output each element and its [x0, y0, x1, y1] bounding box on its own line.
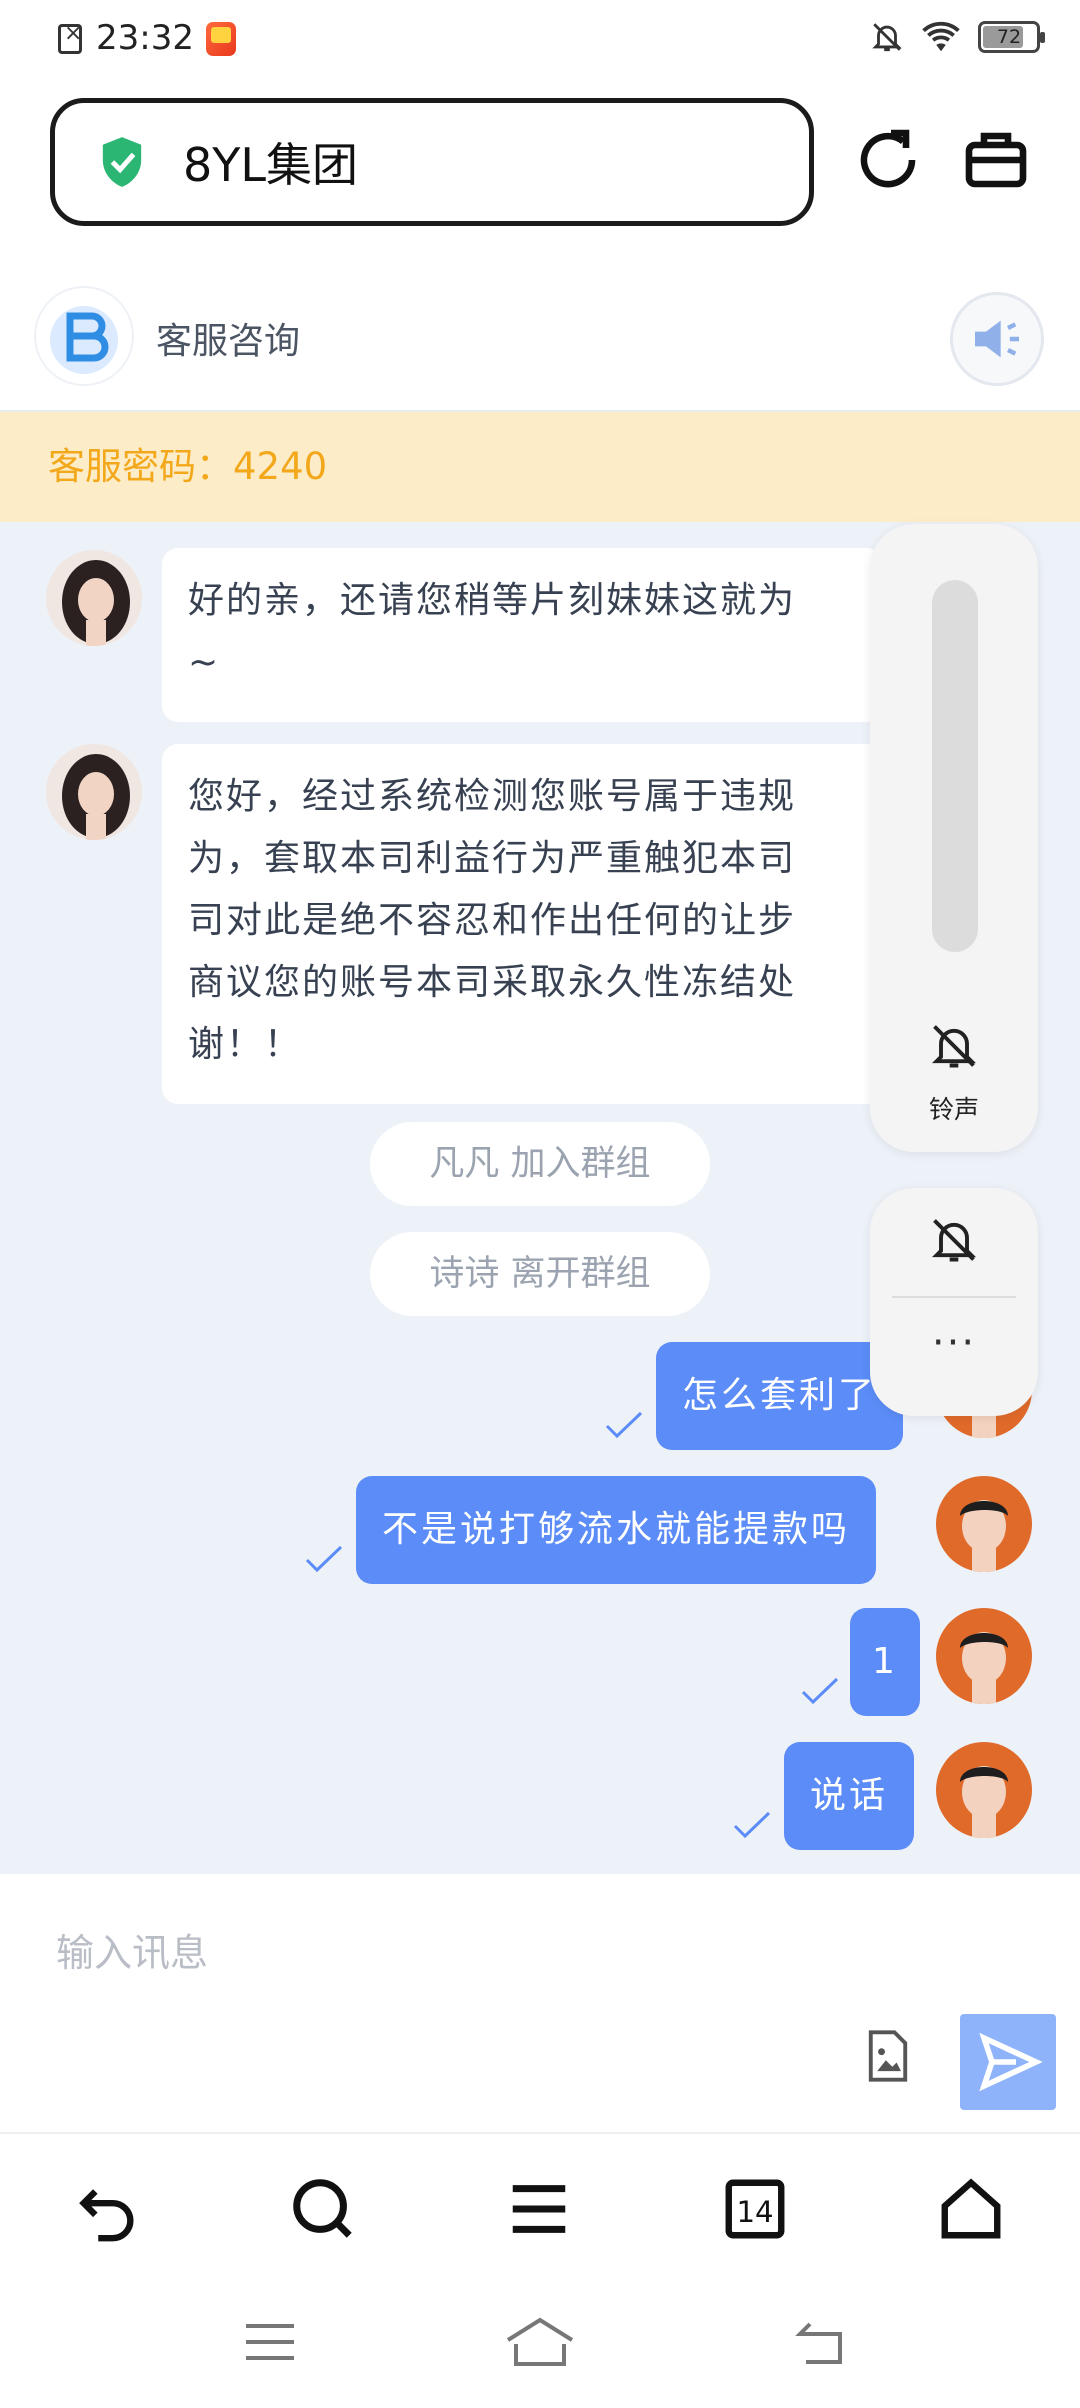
message-line: 为，套取本司利益行为严重触犯本司 [188, 838, 797, 879]
back-icon[interactable] [72, 2174, 142, 2244]
more-options-button[interactable]: ··· [870, 1320, 1038, 1366]
address-bar[interactable]: 8YL集团 [50, 98, 814, 226]
mute-bell-icon [872, 23, 902, 52]
message-input[interactable]: 输入讯息 [56, 1922, 208, 1977]
sent-check-icon [801, 1677, 839, 1705]
outgoing-message: 1 [850, 1608, 920, 1716]
message-line: ~ [188, 642, 221, 683]
url-text: 8YL集团 [183, 138, 358, 192]
send-button[interactable] [960, 2014, 1056, 2110]
agent-avatar [46, 550, 142, 646]
status-bar: 23:32 72 [0, 0, 1080, 84]
search-icon[interactable] [288, 2174, 358, 2244]
reload-icon[interactable] [852, 124, 924, 196]
wifi-icon [922, 21, 960, 52]
user-avatar [936, 1476, 1032, 1572]
sound-toggle-button[interactable] [950, 292, 1044, 386]
speaker-icon [975, 320, 1019, 358]
service-logo [36, 288, 132, 384]
outgoing-message: 怎么套利了 [656, 1342, 904, 1450]
system-home-icon[interactable] [504, 2316, 576, 2368]
user-avatar [936, 1608, 1032, 1704]
ringtone-label: 铃声 [928, 1095, 979, 1124]
message-composer: 输入讯息 [0, 1874, 1080, 2132]
incoming-message: 您好，经过系统检测您账号属于违规 为，套取本司利益行为严重触犯本司 司对此是绝不… [162, 744, 882, 1104]
browser-bottom-nav: 14 [0, 2132, 1080, 2282]
shield-check-icon [102, 137, 142, 187]
menu-icon[interactable] [504, 2174, 574, 2244]
system-back-icon[interactable] [794, 2318, 850, 2366]
outgoing-message: 说话 [784, 1742, 915, 1850]
sent-check-icon [733, 1811, 771, 1839]
system-navigation-bar [0, 2282, 1080, 2408]
send-icon [979, 2032, 1043, 2092]
message-line: 司对此是绝不容忍和作出任何的让步 [188, 900, 797, 941]
status-time: 23:32 [96, 18, 194, 58]
agent-avatar [46, 744, 142, 840]
image-upload-icon[interactable] [862, 2028, 914, 2084]
tabs-icon[interactable]: 14 [720, 2174, 790, 2244]
briefcase-icon[interactable] [960, 124, 1032, 196]
divider [892, 1296, 1016, 1298]
system-notice: 诗诗 离开群组 [370, 1232, 710, 1316]
volume-slider[interactable] [932, 580, 978, 952]
password-label: 客服密码： [48, 445, 233, 488]
service-password-bar: 客服密码：4240 [0, 412, 1080, 522]
mute-bell-icon[interactable] [928, 1212, 980, 1268]
chat-header: 客服咨询 [0, 262, 1080, 412]
system-notice: 凡凡 加入群组 [370, 1122, 710, 1206]
user-avatar [936, 1742, 1032, 1838]
battery-level-text: 72 [996, 26, 1022, 48]
no-sim-icon [58, 21, 82, 54]
recent-apps-icon[interactable] [242, 2318, 298, 2366]
svg-text:14: 14 [736, 2195, 773, 2229]
message-line: 好的亲，还请您稍等片刻妹妹这就为 [188, 580, 797, 621]
volume-quick-panel: ··· [870, 1188, 1038, 1416]
password-value: 4240 [233, 445, 328, 488]
message-line: 谢！！ [188, 1024, 303, 1065]
sent-check-icon [605, 1411, 643, 1439]
volume-panel: 铃声 [870, 524, 1038, 1152]
message-line: 商议您的账号本司采取永久性冻结处 [188, 962, 797, 1003]
chat-title: 客服咨询 [156, 321, 301, 362]
sent-check-icon [305, 1545, 343, 1573]
message-line: 您好，经过系统检测您账号属于违规 [188, 776, 797, 817]
outgoing-message: 不是说打够流水就能提款吗 [356, 1476, 877, 1584]
battery-indicator: 72 [978, 21, 1045, 53]
mute-bell-icon[interactable] [928, 1018, 980, 1074]
app-notification-icon [206, 22, 236, 56]
incoming-message: 好的亲，还请您稍等片刻妹妹这就为 ~ [162, 548, 882, 722]
home-icon[interactable] [936, 2174, 1006, 2244]
